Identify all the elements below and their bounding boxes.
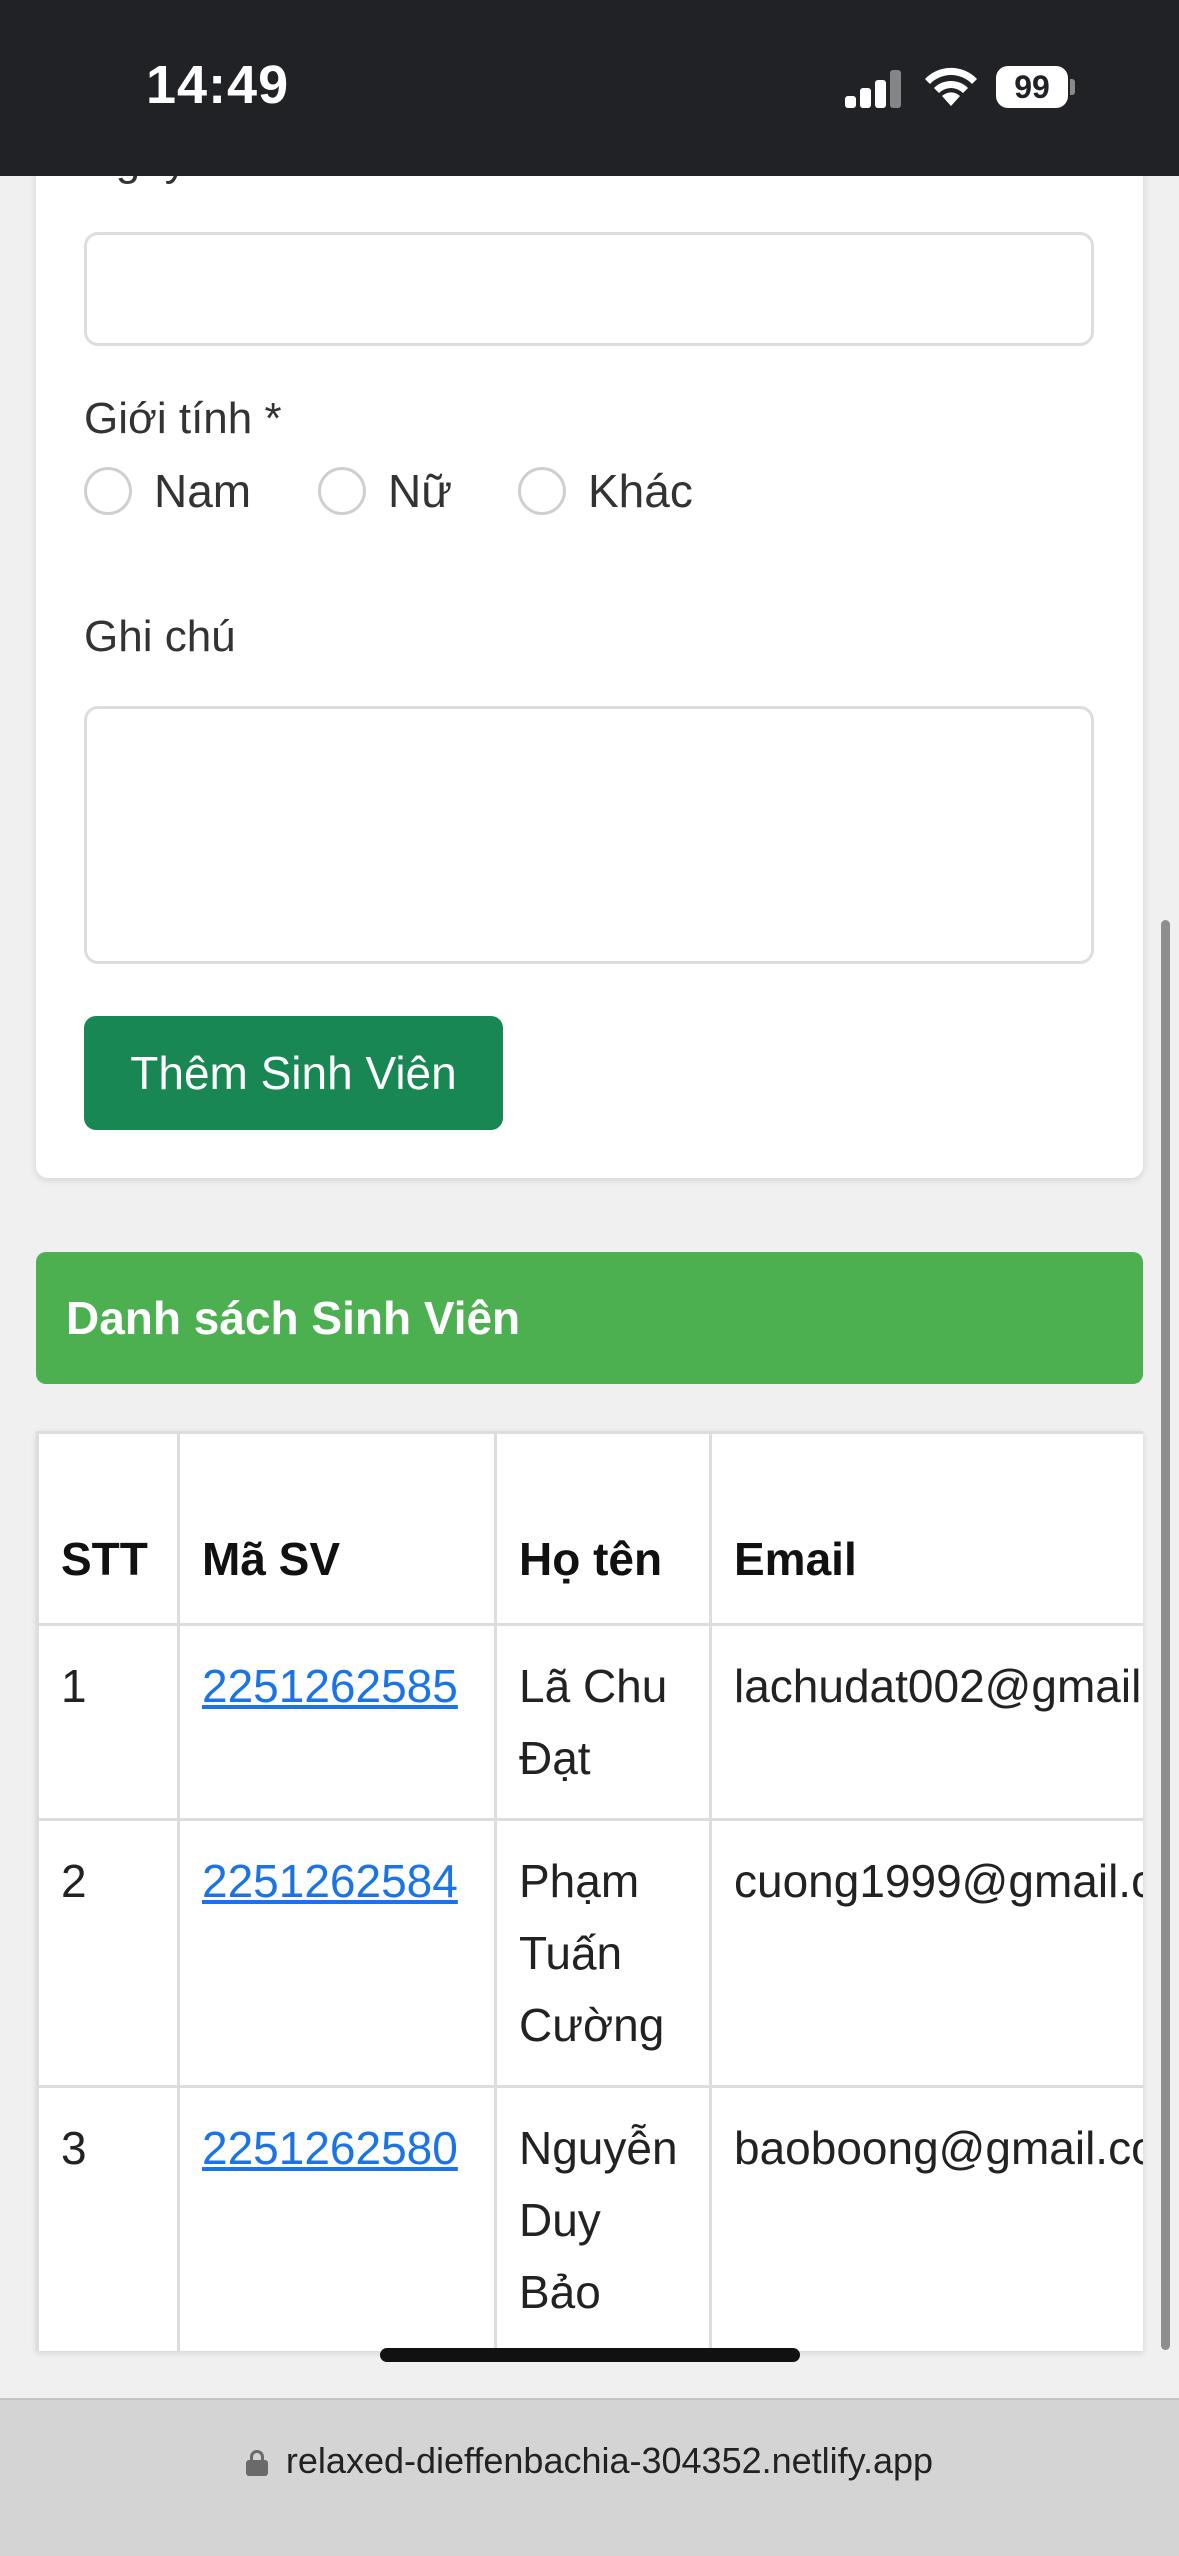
student-id-link[interactable]: 2251262580 xyxy=(202,2122,458,2174)
status-bar: 14:49 99 xyxy=(0,0,1179,176)
student-table: STT Mã SV Họ tên Email 1 2251262585 Lã C… xyxy=(36,1431,1143,2351)
column-header-email: Email xyxy=(709,1431,1143,1626)
battery-icon: 99 xyxy=(996,66,1075,108)
cellular-signal-icon xyxy=(845,70,905,108)
student-list-header: Danh sách Sinh Viên xyxy=(36,1252,1143,1384)
cell-stt: 2 xyxy=(36,1818,180,2088)
browser-address-bar[interactable]: relaxed-dieffenbachia-304352.netlify.app xyxy=(0,2398,1179,2556)
table-header-row: STT Mã SV Họ tên Email xyxy=(36,1431,1143,1626)
cell-stt: 3 xyxy=(36,2085,180,2351)
student-id-link[interactable]: 2251262585 xyxy=(202,1660,458,1712)
page-content: Ngày sinh * Giới tính * Nam Nữ Khác Ghi … xyxy=(0,176,1179,2398)
radio-button[interactable] xyxy=(518,467,566,515)
gender-option-nam[interactable]: Nam xyxy=(84,456,251,526)
gender-radio-group: Nam Nữ Khác xyxy=(84,456,784,526)
wifi-icon xyxy=(925,67,977,106)
date-of-birth-label: Ngày sinh * xyxy=(84,176,309,186)
page-scrollbar[interactable] xyxy=(1161,920,1170,2350)
gender-option-label: Nữ xyxy=(388,465,453,517)
gender-option-khac[interactable]: Khác xyxy=(518,456,693,526)
date-of-birth-input[interactable] xyxy=(84,232,1094,346)
cell-ho-ten: Lã Chu Đạt xyxy=(494,1623,712,1821)
gender-option-label: Nam xyxy=(154,465,252,517)
add-student-button[interactable]: Thêm Sinh Viên xyxy=(84,1016,503,1130)
status-time: 14:49 xyxy=(146,55,290,115)
url-text: relaxed-dieffenbachia-304352.netlify.app xyxy=(285,2440,934,2481)
student-id-link[interactable]: 2251262584 xyxy=(202,1855,458,1907)
table-row: 3 2251262580 Nguyễn Duy Bảo baoboong@gma… xyxy=(36,2085,1143,2351)
cell-email: cuong1999@gmail.com xyxy=(709,1818,1143,2088)
cell-ma-sv: 2251262580 xyxy=(177,2085,497,2351)
column-header-ma-sv: Mã SV xyxy=(177,1431,497,1626)
gender-label: Giới tính * xyxy=(84,394,282,443)
cell-email: lachudat002@gmail.com xyxy=(709,1623,1143,1821)
cell-stt: 1 xyxy=(36,1623,180,1821)
student-form-card: Ngày sinh * Giới tính * Nam Nữ Khác Ghi … xyxy=(36,176,1143,1178)
cell-ho-ten: Phạm Tuấn Cường xyxy=(494,1818,712,2088)
table-row: 1 2251262585 Lã Chu Đạt lachudat002@gmai… xyxy=(36,1623,1143,1821)
gender-option-nu[interactable]: Nữ xyxy=(318,456,452,526)
table-row: 2 2251262584 Phạm Tuấn Cường cuong1999@g… xyxy=(36,1818,1143,2088)
student-table-container[interactable]: STT Mã SV Họ tên Email 1 2251262585 Lã C… xyxy=(36,1431,1143,2351)
battery-level: 99 xyxy=(996,66,1068,108)
cell-ho-ten: Nguyễn Duy Bảo xyxy=(494,2085,712,2351)
gender-option-label: Khác xyxy=(588,465,693,517)
lock-icon xyxy=(245,2450,268,2476)
note-label: Ghi chú xyxy=(84,612,236,661)
note-textarea[interactable] xyxy=(84,706,1094,964)
cell-ma-sv: 2251262585 xyxy=(177,1623,497,1821)
url-display[interactable]: relaxed-dieffenbachia-304352.netlify.app xyxy=(0,2440,1179,2482)
radio-button[interactable] xyxy=(318,467,366,515)
column-header-ho-ten: Họ tên xyxy=(494,1431,712,1626)
column-header-stt: STT xyxy=(36,1431,180,1626)
radio-button[interactable] xyxy=(84,467,132,515)
home-indicator[interactable] xyxy=(380,2348,800,2362)
cell-email: baoboong@gmail.com xyxy=(709,2085,1143,2351)
cell-ma-sv: 2251262584 xyxy=(177,1818,497,2088)
